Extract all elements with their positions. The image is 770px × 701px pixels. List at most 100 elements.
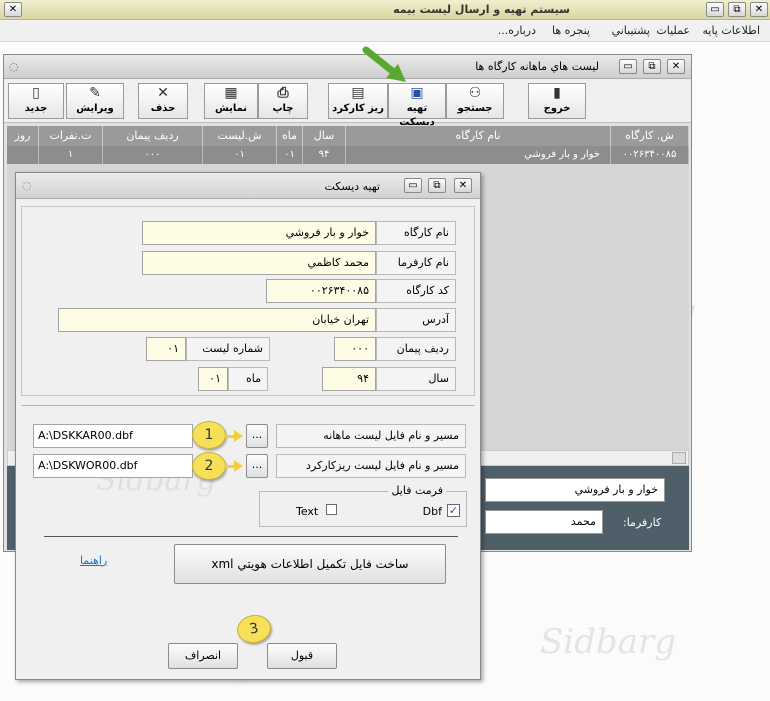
scroll-thumb[interactable] — [672, 452, 686, 464]
annotation-badge: 3 — [234, 612, 274, 646]
text-label: Text — [296, 505, 319, 518]
view-icon: ▦ — [224, 85, 238, 101]
year-field[interactable]: ۹۴ — [322, 367, 376, 391]
dialog-window-icon: ◌ — [22, 179, 32, 192]
monthly-file-label: مسير و نام فايل ليست ماهانه — [276, 424, 466, 448]
dialog-close-button[interactable]: ✕ — [454, 178, 472, 193]
exit-button[interactable]: ▮ خروج — [528, 83, 586, 119]
column-header[interactable]: نام کارگاه — [346, 126, 611, 146]
menu-about[interactable]: درباره... — [498, 24, 536, 37]
annotation-badge: 2 — [192, 452, 226, 480]
exit-icon: ▮ — [553, 85, 561, 101]
workshop-name-field[interactable]: خوار و بار فروشي — [142, 221, 376, 245]
file-format-group: فرمت فايل Dbf ✓ Text — [259, 484, 467, 527]
dialog-minimize-button[interactable]: ▭ — [404, 178, 422, 193]
workshop-name-label: نام کارگاه — [376, 221, 456, 245]
toolbar: ▮ خروج ⚇ جستجو ▣ تهيه ديسکت ▤ ريز کارکرد ⎙ چا… — [4, 79, 691, 128]
table-cell[interactable]: ۰۱ — [203, 146, 277, 164]
new-icon: ▯ — [32, 85, 40, 101]
make-disk-dialog: ◌ تهيه ديسکت ▭ ⧉ ✕ Sidbarg نام کارگاه خو… — [15, 172, 481, 680]
monthly-file-path-input[interactable]: A:\DSKKAR00.dbf — [33, 424, 193, 448]
app-close-button-right[interactable]: ✕ — [750, 2, 768, 17]
browse-details-button[interactable]: ... — [246, 454, 268, 478]
delete-icon: ✕ — [157, 85, 169, 101]
column-header[interactable]: روز — [7, 126, 39, 146]
child-titlebar: ◌ ليست هاي ماهانه کارگاه ها ▭ ⧉ ✕ — [4, 55, 691, 79]
table-cell[interactable]: ۰۱ — [277, 146, 303, 164]
help-link[interactable]: راهنما — [80, 554, 107, 567]
column-header[interactable]: ماه — [277, 126, 303, 146]
column-header[interactable]: ت.نفرات — [39, 126, 103, 146]
details-icon: ▤ — [351, 85, 365, 101]
new-button[interactable]: ▯ جديد — [8, 83, 64, 119]
annotation-arrowhead-icon — [234, 460, 243, 472]
address-field[interactable]: تهران خيابان — [58, 308, 376, 332]
contract-row-field[interactable]: ۰۰۰ — [334, 337, 376, 361]
delete-button[interactable]: ✕ حذف — [138, 83, 188, 119]
column-header[interactable]: ش. کارگاه — [611, 126, 689, 146]
table-cell[interactable] — [7, 146, 39, 164]
workshop-code-label: کد کارگاه — [376, 279, 456, 303]
column-header[interactable]: رديف پيمان — [103, 126, 203, 146]
file-format-legend: فرمت فايل — [388, 484, 446, 497]
disk-icon: ▣ — [410, 85, 424, 101]
workshop-code-field[interactable]: ۰۰۲۶۳۴۰۰۸۵ — [266, 279, 376, 303]
workshop-info-group: نام کارگاه خوار و بار فروشي نام کارفرما … — [21, 206, 475, 396]
annotation-arrowhead-icon — [234, 430, 243, 442]
dialog-titlebar: ◌ تهيه ديسکت ▭ ⧉ ✕ — [16, 173, 480, 199]
menu-operations[interactable]: عمليات — [656, 24, 690, 37]
contract-row-label: رديف پيمان — [376, 337, 456, 361]
dbf-label: Dbf — [422, 505, 442, 518]
list-number-field[interactable]: ۰۱ — [146, 337, 186, 361]
app-minimize-button[interactable]: ▭ — [706, 2, 724, 17]
table-cell[interactable]: ۰۰۰ — [103, 146, 203, 164]
make-disk-button[interactable]: ▣ تهيه ديسکت — [388, 83, 446, 128]
cancel-button[interactable]: انصراف — [168, 643, 238, 669]
column-header[interactable]: ش.ليست — [203, 126, 277, 146]
app-restore-button[interactable]: ⧉ — [728, 2, 746, 17]
month-label: ماه — [228, 367, 268, 391]
child-title: ليست هاي ماهانه کارگاه ها — [475, 60, 599, 73]
child-close-button[interactable]: ✕ — [667, 59, 685, 74]
menu-support[interactable]: پشتيباني — [612, 24, 650, 37]
details-file-path-input[interactable]: A:\DSKWOR00.dbf — [33, 454, 193, 478]
employer-name-label: نام کارفرما — [376, 251, 456, 275]
print-icon: ⎙ — [277, 85, 289, 101]
text-checkbox[interactable] — [326, 504, 337, 515]
child-restore-button[interactable]: ⧉ — [643, 59, 661, 74]
print-button[interactable]: ⎙ چاپ — [258, 83, 308, 119]
pointer-arrow-icon — [362, 46, 406, 82]
search-button[interactable]: ⚇ جستجو — [446, 83, 504, 119]
dialog-restore-button[interactable]: ⧉ — [428, 178, 446, 193]
ok-button[interactable]: قبول — [267, 643, 337, 669]
app-close-button[interactable]: ✕ — [4, 2, 22, 17]
edit-button[interactable]: ✎ ويرايش — [66, 83, 124, 119]
view-button[interactable]: ▦ نمايش — [204, 83, 258, 119]
employer-name-field[interactable]: محمد کاظمي — [142, 251, 376, 275]
divider — [21, 405, 475, 406]
employer-display: محمد — [485, 510, 603, 534]
table-cell[interactable]: ۹۴ — [303, 146, 346, 164]
month-field[interactable]: ۰۱ — [198, 367, 228, 391]
build-xml-button[interactable]: ساخت فايل تکميل اطلاعات هويتي xml — [174, 544, 446, 584]
edit-icon: ✎ — [89, 85, 101, 101]
child-minimize-button[interactable]: ▭ — [619, 59, 637, 74]
browse-monthly-button[interactable]: ... — [246, 424, 268, 448]
window-icon: ◌ — [9, 60, 19, 73]
work-details-button[interactable]: ▤ ريز کارکرد — [328, 83, 388, 119]
column-header[interactable]: سال — [303, 126, 346, 146]
dbf-checkbox[interactable]: ✓ — [447, 504, 460, 517]
menu-windows[interactable]: پنجره ها — [552, 24, 590, 37]
divider — [44, 536, 458, 537]
list-number-label: شماره ليست — [186, 337, 270, 361]
menu-base-info[interactable]: اطلاعات پايه — [702, 24, 760, 37]
table-cell[interactable]: خوار و بار فروشي — [346, 146, 611, 164]
menubar: اطلاعات پايه عمليات پشتيباني پنجره ها در… — [0, 20, 770, 42]
watermark: Sidbarg — [540, 622, 676, 662]
details-file-label: مسير و نام فايل ليست ريزکارکرد — [276, 454, 466, 478]
workshop-name-display: خوار و بار فروشي — [485, 478, 665, 502]
year-label: سال — [376, 367, 456, 391]
annotation-badge: 1 — [192, 421, 226, 449]
table-cell[interactable]: ۰۰۲۶۳۴۰۰۸۵ — [611, 146, 689, 164]
table-cell[interactable]: ۱ — [39, 146, 103, 164]
